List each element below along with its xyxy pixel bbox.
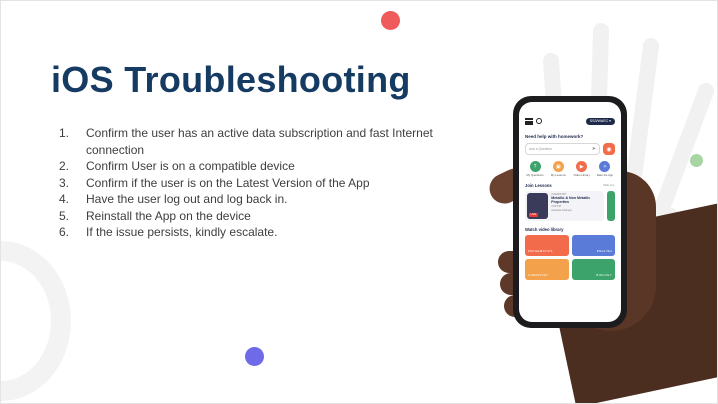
next-lesson-card[interactable] [607, 190, 615, 221]
lesson-carousel: LIVE CHEMISTRY Metallic & Non Metallic P… [519, 190, 621, 221]
video-library-grid: MATHEMATICS ENGLISH CHEMISTRY BIOLOGY [519, 234, 621, 280]
lessons-section-header: Join Lessons SEE ALL [525, 182, 615, 188]
quick-action-video-library[interactable]: ▶ Video Library [573, 161, 591, 177]
step-item: 2. Confirm User is on a compatible device [59, 159, 295, 173]
step-item: 5. Reinstall the App on the device [59, 208, 251, 223]
video-tile-mathematics[interactable]: MATHEMATICS [525, 234, 569, 256]
quick-action-rate-app[interactable]: ✧ Rate the App [596, 161, 614, 177]
video-tile-chemistry[interactable]: CHEMISTRY [525, 258, 569, 280]
lessons-icon: ▣ [552, 161, 564, 172]
phone-mockup: SS3/WAEC ▾ Need help with homework? Ask … [513, 96, 627, 328]
share-icon: ✧ [599, 161, 611, 172]
quick-action-my-questions[interactable]: ? My Questions [526, 161, 544, 177]
video-section-header: Watch video library [525, 226, 564, 232]
slide-title: iOS Troubleshooting [51, 59, 411, 100]
questions-icon: ? [529, 161, 541, 172]
question-input[interactable]: Ask a Question ➤ [525, 143, 600, 155]
quick-actions: ? My Questions ▣ My Lessons ▶ Video Libr… [519, 161, 621, 177]
green-dot-decoration [690, 154, 703, 167]
quick-action-my-lessons[interactable]: ▣ My Lessons [549, 161, 567, 177]
camera-button[interactable]: ◉ [603, 143, 615, 155]
troubleshooting-steps: 1. Confirm the user has an active data su… [59, 125, 489, 241]
red-dot-decoration [381, 11, 400, 30]
search-icon[interactable] [536, 118, 542, 124]
lesson-card[interactable]: LIVE CHEMISTRY Metallic & Non Metallic P… [525, 190, 605, 221]
grade-selector[interactable]: SS3/WAEC ▾ [585, 117, 615, 125]
purple-dot-decoration [245, 347, 264, 366]
send-icon[interactable]: ➤ [592, 146, 596, 152]
slide: iOS Troubleshooting 1. Confirm the user h… [0, 0, 718, 404]
see-all-link[interactable]: SEE ALL [603, 183, 615, 188]
play-icon: ▶ [576, 161, 588, 172]
step-item: 4. Have the user log out and log back in. [59, 192, 288, 206]
video-tile-english[interactable]: ENGLISH [571, 234, 615, 256]
step-item: 1. Confirm the user has an active data su… [59, 126, 433, 157]
video-tile-biology[interactable]: BIOLOGY [571, 258, 615, 280]
teacher-thumbnail: LIVE [527, 192, 549, 219]
app-header: SS3/WAEC ▾ [519, 110, 621, 132]
ring-decoration [1, 241, 71, 401]
question-row: Ask a Question ➤ ◉ [519, 143, 621, 155]
step-item: 3. Confirm if the user is on the Latest V… [59, 175, 370, 190]
menu-icon[interactable] [525, 117, 533, 125]
live-badge: LIVE [529, 212, 538, 217]
step-item: 6. If the issue persists, kindly escalate… [59, 225, 278, 239]
help-heading: Need help with homework? [525, 134, 584, 139]
phone-screen: SS3/WAEC ▾ Need help with homework? Ask … [519, 102, 621, 322]
